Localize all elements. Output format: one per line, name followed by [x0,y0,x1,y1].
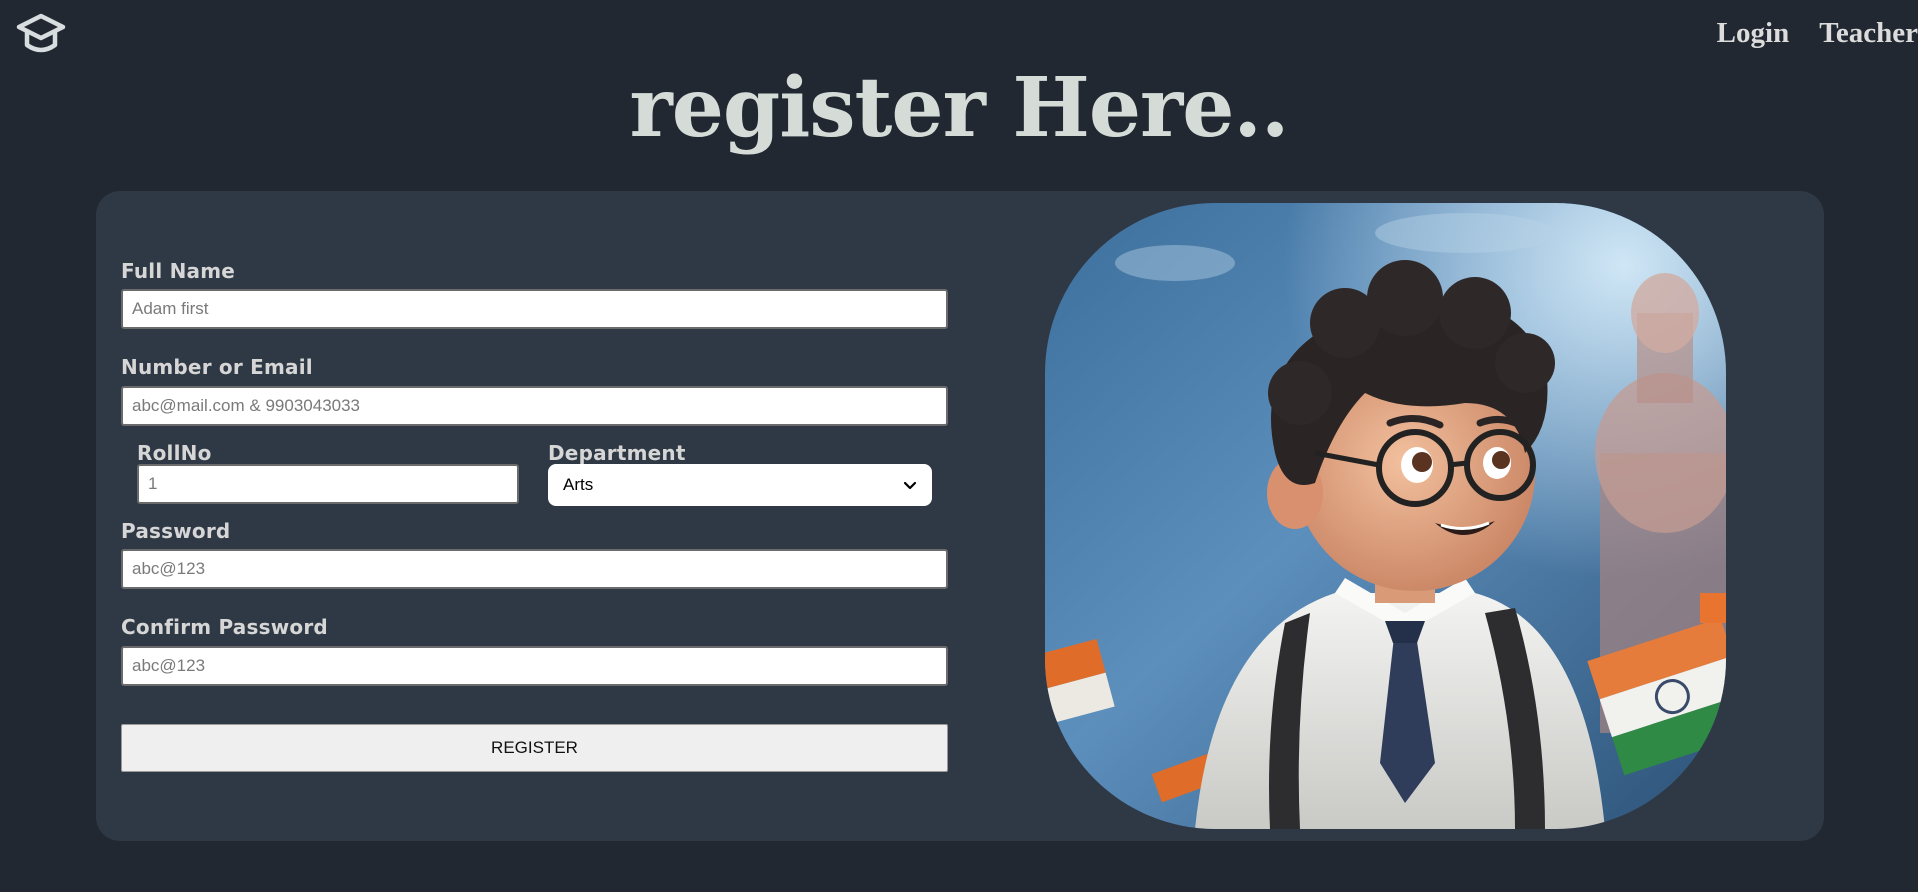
roll-no-label: RollNo [137,441,212,465]
confirm-password-input[interactable] [121,646,948,686]
page-title: register Here.. [629,60,1290,156]
password-input[interactable] [121,549,948,589]
department-selected-value: Arts [563,475,594,494]
register-card: Full Name Number or Email RollNo Departm… [96,191,1824,841]
graduation-cap-icon[interactable] [15,12,67,58]
roll-no-input[interactable] [137,464,519,504]
student-illustration-art [1045,203,1726,829]
confirm-password-label: Confirm Password [121,615,328,639]
department-label: Department [548,441,686,465]
contact-input[interactable] [121,386,948,426]
nav-login-link[interactable]: Login [1717,17,1790,50]
full-name-input[interactable] [121,289,948,329]
chevron-down-icon [903,481,917,490]
student-illustration [1045,203,1726,829]
department-select[interactable]: Arts [548,464,932,506]
nav-teacher-link[interactable]: Teacher [1819,17,1918,50]
contact-label: Number or Email [121,355,313,379]
register-button[interactable]: REGISTER [121,724,948,772]
main-nav: Login Teacher [1717,17,1918,50]
full-name-label: Full Name [121,259,236,283]
password-label: Password [121,519,231,543]
